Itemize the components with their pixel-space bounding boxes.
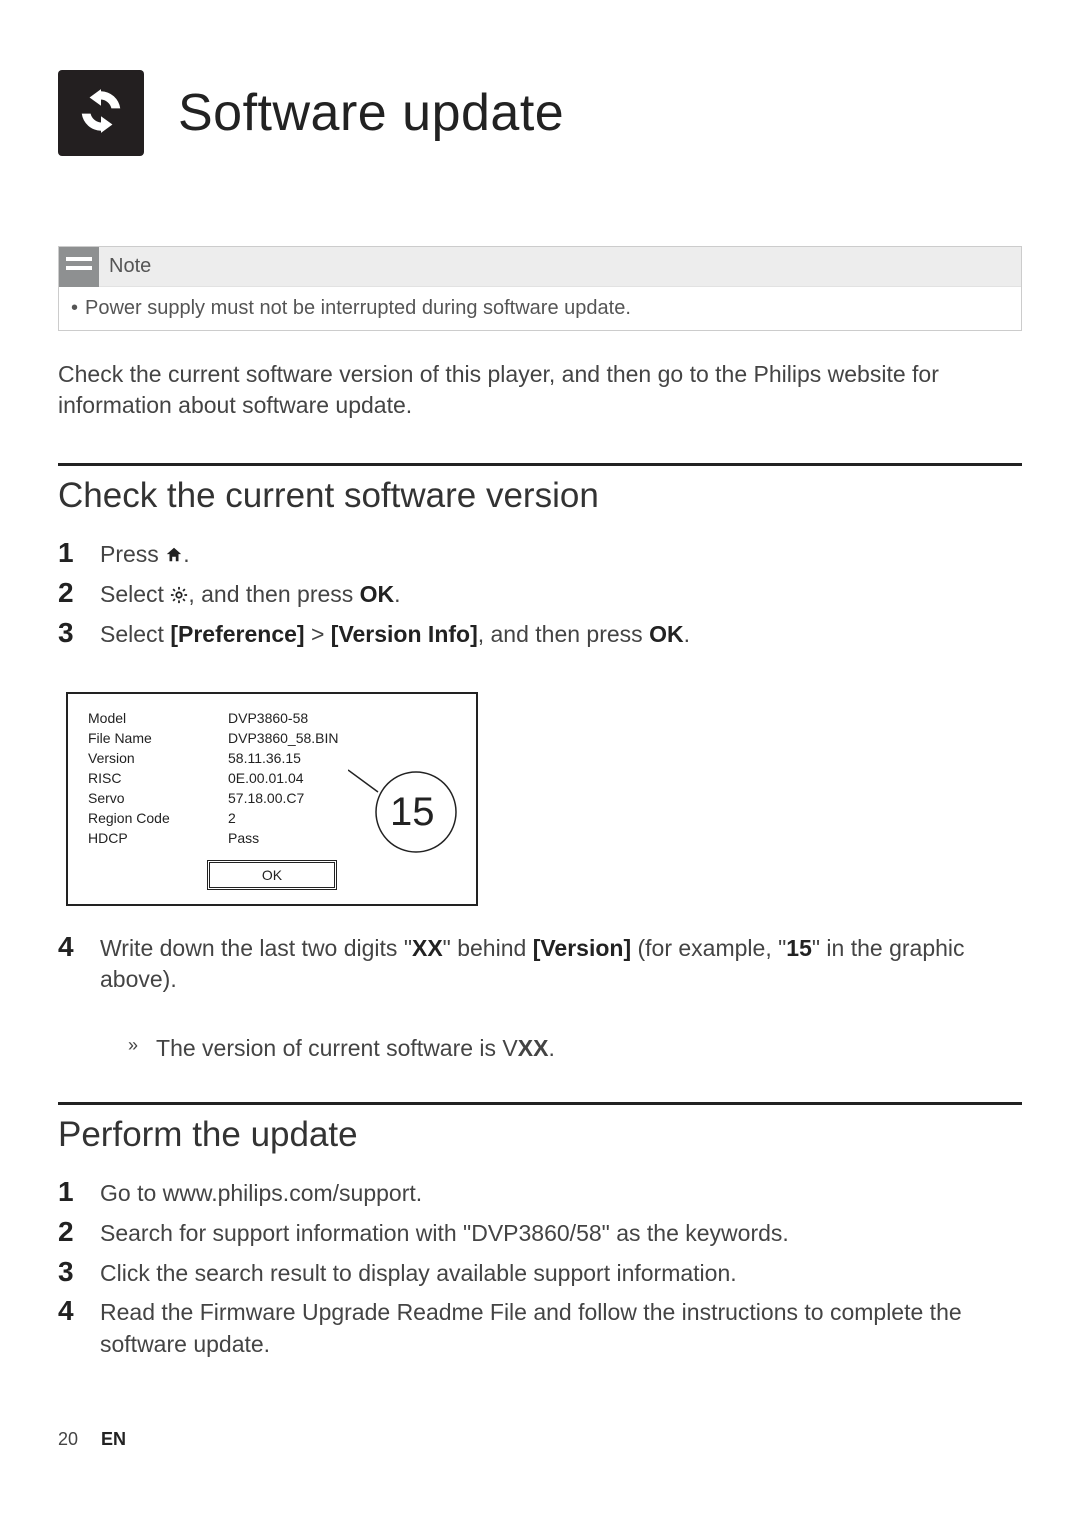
emph: 15 bbox=[786, 935, 812, 961]
step-text: Click the search result to display avail… bbox=[100, 1258, 1022, 1289]
text-fragment: . bbox=[684, 621, 690, 647]
menu-path-label: [Preference] bbox=[170, 621, 304, 647]
step-text: Go to www.philips.com/support. bbox=[100, 1178, 1022, 1209]
ok-label: OK bbox=[649, 621, 684, 647]
row-label: File Name bbox=[88, 730, 228, 746]
text-fragment: Select bbox=[100, 581, 170, 607]
step-number: 4 bbox=[58, 1292, 100, 1330]
section1-title: Check the current software version bbox=[58, 476, 1022, 516]
step-number: 3 bbox=[58, 614, 100, 652]
note-body: •Power supply must not be interrupted du… bbox=[59, 287, 1021, 330]
step-text: Search for support information with "DVP… bbox=[100, 1218, 1022, 1249]
steps-check-version: 1 Press . 2 Select , and then press OK. … bbox=[58, 534, 1022, 652]
page-title: Software update bbox=[178, 83, 564, 143]
row-value: DVP3860-58 bbox=[228, 710, 456, 726]
step-text: Select , and then press OK. bbox=[100, 579, 1022, 612]
emph: XX bbox=[518, 1035, 549, 1061]
step-text: Write down the last two digits "XX" behi… bbox=[100, 933, 1022, 995]
steps-perform-update: 1Go to www.philips.com/support. 2Search … bbox=[58, 1173, 1022, 1359]
step-2: 2 Select , and then press OK. bbox=[58, 574, 1022, 612]
menu-path-label: [Version Info] bbox=[331, 621, 478, 647]
callout-number: 15 bbox=[390, 790, 435, 835]
cycle-arrows-icon bbox=[75, 85, 127, 142]
section-rule bbox=[58, 463, 1022, 466]
step-1: 1 Press . bbox=[58, 534, 1022, 572]
text-fragment: , and then press bbox=[478, 621, 649, 647]
text-fragment: . bbox=[548, 1035, 554, 1061]
note-lines-icon bbox=[66, 254, 92, 279]
emph: [Version] bbox=[533, 935, 631, 961]
step-text: Press . bbox=[100, 539, 1022, 572]
update-icon-box bbox=[58, 70, 144, 156]
row-label: Model bbox=[88, 710, 228, 726]
step-4: 4Read the Firmware Upgrade Readme File a… bbox=[58, 1292, 1022, 1359]
text-fragment: Press bbox=[100, 541, 165, 567]
row-value: DVP3860_58.BIN bbox=[228, 730, 456, 746]
row-label: RISC bbox=[88, 770, 228, 786]
step-2: 2Search for support information with "DV… bbox=[58, 1213, 1022, 1251]
gear-icon bbox=[170, 581, 188, 612]
section2-title: Perform the update bbox=[58, 1115, 1022, 1155]
version-info-figure: ModelDVP3860-58 File NameDVP3860_58.BIN … bbox=[66, 692, 478, 906]
section-rule bbox=[58, 1102, 1022, 1105]
intro-paragraph: Check the current software version of th… bbox=[58, 359, 1022, 421]
page-number: 20 bbox=[58, 1429, 78, 1449]
ok-button-graphic: OK bbox=[207, 860, 337, 890]
step-1: 1Go to www.philips.com/support. bbox=[58, 1173, 1022, 1211]
step-number: 1 bbox=[58, 1173, 100, 1211]
note-header: Note bbox=[59, 247, 1021, 287]
steps-check-version-cont: 4 Write down the last two digits "XX" be… bbox=[58, 928, 1022, 995]
step-4-substep: » The version of current software is VXX… bbox=[128, 1035, 1022, 1062]
step-text: Read the Firmware Upgrade Readme File an… bbox=[100, 1297, 1022, 1359]
text-fragment: " behind bbox=[443, 935, 533, 961]
step-number: 2 bbox=[58, 574, 100, 612]
text-fragment: Write down the last two digits " bbox=[100, 935, 412, 961]
text-fragment: . bbox=[394, 581, 400, 607]
text-fragment: (for example, " bbox=[631, 935, 786, 961]
row-label: Region Code bbox=[88, 810, 228, 826]
row-label: HDCP bbox=[88, 830, 228, 846]
step-3: 3 Select [Preference] > [Version Info], … bbox=[58, 614, 1022, 652]
ok-label: OK bbox=[360, 581, 395, 607]
title-bar: Software update bbox=[58, 70, 1022, 156]
step-4: 4 Write down the last two digits "XX" be… bbox=[58, 928, 1022, 995]
substep-text: The version of current software is VXX. bbox=[156, 1035, 555, 1062]
row-label: Servo bbox=[88, 790, 228, 806]
callout-circle: 15 bbox=[348, 752, 458, 862]
note-icon-box bbox=[59, 247, 99, 287]
step-number: 2 bbox=[58, 1213, 100, 1251]
text-fragment: , and then press bbox=[188, 581, 359, 607]
step-text: Select [Preference] > [Version Info], an… bbox=[100, 619, 1022, 650]
note-text: Power supply must not be interrupted dur… bbox=[85, 297, 631, 319]
text-fragment: The version of current software is V bbox=[156, 1035, 518, 1061]
page-lang: EN bbox=[101, 1429, 126, 1449]
text-fragment: > bbox=[305, 621, 331, 647]
text-fragment: . bbox=[183, 541, 189, 567]
step-number: 1 bbox=[58, 534, 100, 572]
text-fragment: Select bbox=[100, 621, 170, 647]
step-3: 3Click the search result to display avai… bbox=[58, 1253, 1022, 1291]
document-page: Software update Note •Power supply must … bbox=[0, 0, 1080, 1528]
step-number: 3 bbox=[58, 1253, 100, 1291]
row-label: Version bbox=[88, 750, 228, 766]
result-arrow-icon: » bbox=[128, 1035, 138, 1062]
note-label: Note bbox=[99, 255, 151, 278]
emph: XX bbox=[412, 935, 443, 961]
home-icon bbox=[165, 541, 183, 572]
note-box: Note •Power supply must not be interrupt… bbox=[58, 246, 1022, 331]
step-number: 4 bbox=[58, 928, 100, 966]
page-footer: 20 EN bbox=[58, 1429, 126, 1450]
